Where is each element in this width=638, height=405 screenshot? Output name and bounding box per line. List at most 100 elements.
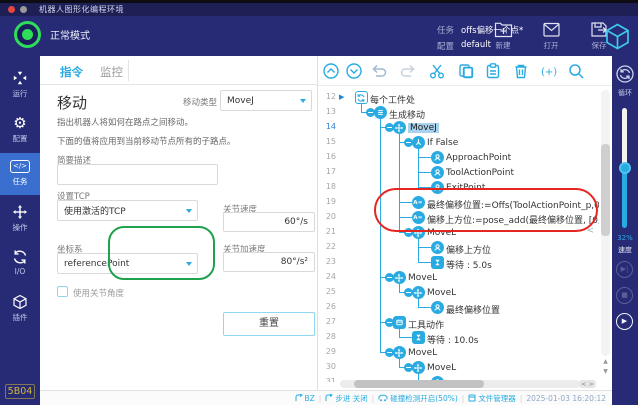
paste-icon[interactable] [484, 62, 502, 80]
tree-row[interactable]: 22偏移上方位 [318, 240, 599, 255]
frame-select[interactable]: referencePoint [57, 253, 198, 274]
execution-pointer-icon: ▶ [339, 93, 344, 101]
scroll-up-icon[interactable]: ▲ [601, 358, 610, 365]
tree-node-label: 生成移动 [389, 108, 425, 121]
tree-row[interactable]: 21MoveL [318, 225, 599, 240]
new-folder-icon [494, 21, 513, 38]
tree-row[interactable]: 14MoveJ [318, 120, 599, 135]
tcp-select[interactable]: 使用激活的TCP [57, 200, 198, 221]
tree-row[interactable]: 29MoveL [318, 345, 599, 360]
sidebar-item-config[interactable]: ⚙ 配置 [0, 110, 40, 152]
collapse-dot[interactable] [385, 318, 394, 327]
tree-row[interactable]: 17ToolActionPoint [318, 165, 599, 180]
copy-icon[interactable] [457, 62, 475, 80]
tree-node-label: MoveL [427, 363, 456, 373]
status-bar: BZ | 步进 关闭 | 碰撞检测开启(50%) | 文件管理器 | 2025-… [40, 390, 612, 405]
move-type-select[interactable]: MoveJ [220, 90, 312, 111]
tree-row[interactable]: 15If False [318, 135, 599, 150]
curved-arrow-icon [295, 394, 303, 402]
assign-icon: A= [412, 196, 425, 209]
move-type-label: 移动类型 [183, 96, 217, 108]
cut-icon[interactable] [428, 62, 446, 80]
tree-node-label: ApproachPoint [446, 153, 511, 163]
collapse-dot[interactable] [385, 348, 394, 357]
reset-button[interactable]: 重置 [223, 312, 315, 336]
sidebar-item-io[interactable]: I/O [0, 244, 40, 286]
tree-row[interactable]: 30MoveL [318, 360, 599, 375]
joint-accel-input[interactable]: 80°/s² [223, 252, 315, 272]
tree-row[interactable]: 16ApproachPoint [318, 150, 599, 165]
minimize-window-icon[interactable] [20, 6, 27, 13]
sidebar-item-plugin[interactable]: 插件 [0, 289, 40, 331]
speed-slider-thumb[interactable] [619, 162, 631, 174]
status-collision[interactable]: 碰撞检测开启(50%) [378, 393, 458, 404]
tree-connector [399, 358, 400, 368]
tree-row[interactable]: 24MoveL [318, 270, 599, 285]
tree-row[interactable]: 25MoveL [318, 285, 599, 300]
expand-all-icon[interactable] [345, 62, 363, 80]
collapse-dot[interactable] [404, 138, 413, 147]
tree-connector [418, 298, 419, 308]
loop-mode-icon[interactable] [615, 64, 635, 88]
tree-row[interactable]: 26最终偏移位置 [318, 300, 599, 315]
mode-label: 正常模式 [50, 27, 90, 42]
tree-row[interactable]: 28等待 : 10.0s [318, 330, 599, 345]
form-description-1: 指出机器人将如何在路点之间移动。 [57, 116, 193, 128]
panel-collapse-icon[interactable]: < [586, 226, 594, 236]
tree-node-label: 最终偏移位置:=Offs(ToolActionPoint_p,0,0,d2 [427, 198, 599, 211]
tree-row[interactable]: 20A=偏移上方位:=pose_add(最终偏移位置, [0,0,0. [318, 210, 599, 225]
collapse-dot[interactable] [385, 273, 394, 282]
hscroll-arrows[interactable]: < > [579, 380, 596, 388]
search-icon[interactable] [567, 62, 585, 80]
delete-icon[interactable] [512, 62, 530, 80]
status-bz[interactable]: BZ [295, 394, 315, 403]
left-sidebar: 运行 ⚙ 配置 </> 任务 操作 I/O 插件 5B04 [0, 56, 40, 405]
collapse-all-icon[interactable] [322, 62, 340, 80]
new-task-button[interactable]: 新建 [486, 21, 520, 51]
config-info: 配置 default [437, 40, 491, 52]
step-forward-button[interactable]: ▶| [616, 261, 633, 278]
tree-hscrollbar-thumb[interactable] [354, 380, 484, 388]
tree-row[interactable]: 27工具动作 [318, 315, 599, 330]
sidebar-item-task[interactable]: </> 任务 [0, 153, 40, 195]
open-task-button[interactable]: 打开 [534, 21, 568, 51]
joint-speed-input[interactable]: 60°/s [223, 212, 315, 232]
command-form-panel: 指令 监控 移动 移动类型 MoveJ 指出机器人将如何在路点之间移动。 下面的… [40, 56, 318, 390]
collapse-dot[interactable] [404, 288, 413, 297]
tree-vscrollbar-thumb[interactable] [601, 144, 610, 236]
tree-connector [418, 262, 431, 263]
tab-divider [128, 60, 129, 81]
collapse-dot[interactable] [404, 228, 413, 237]
scroll-down-icon[interactable]: ▼ [601, 368, 610, 375]
stop-button[interactable]: ■ [616, 287, 633, 304]
insert-variable-icon[interactable]: (+) [539, 62, 557, 80]
redo-icon[interactable] [399, 62, 417, 80]
undo-icon[interactable] [370, 62, 388, 80]
tab-monitor[interactable]: 监控 [100, 64, 123, 80]
mode-indicator: 正常模式 [14, 21, 90, 48]
use-joint-angle-checkbox[interactable] [57, 286, 68, 297]
tree-row[interactable]: 19A=最终偏移位置:=Offs(ToolActionPoint_p,0,0,d… [318, 195, 599, 210]
status-step-mode[interactable]: 步进 关闭 [325, 393, 367, 404]
tree-connector [418, 247, 431, 248]
line-number: 12 [318, 92, 336, 101]
sidebar-item-operate[interactable]: 操作 [0, 199, 40, 241]
tab-bar: 指令 监控 [40, 56, 318, 85]
point-icon [431, 301, 444, 314]
tree-connector [399, 202, 412, 203]
tree-row[interactable]: 23等待 : 5.0s [318, 255, 599, 270]
tree-connector [361, 103, 362, 113]
collapse-dot[interactable] [366, 108, 375, 117]
point-icon [431, 181, 444, 194]
collapse-dot[interactable] [404, 363, 413, 372]
sidebar-item-run[interactable]: 运行 [0, 65, 40, 107]
tab-command[interactable]: 指令 [60, 64, 83, 80]
wait-icon [412, 331, 425, 344]
play-button[interactable]: ▶ [616, 313, 633, 330]
collapse-dot[interactable] [385, 123, 394, 132]
tree-hscrollbar-track[interactable] [340, 380, 580, 388]
close-window-icon[interactable] [8, 6, 15, 13]
tree-row[interactable]: 18ExitPoint [318, 180, 599, 195]
status-file-manager[interactable]: 文件管理器 [468, 393, 516, 404]
brief-input[interactable] [57, 164, 218, 185]
